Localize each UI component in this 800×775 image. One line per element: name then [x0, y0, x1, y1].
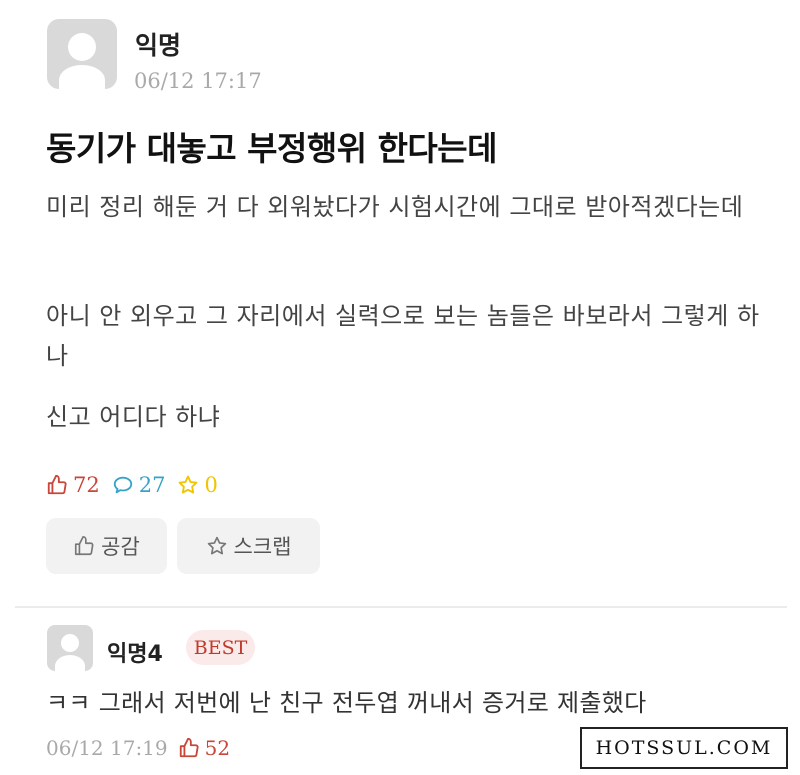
like-count: 72 — [73, 473, 100, 497]
comment-text: ㅋㅋ 그래서 저번에 난 친구 전두엽 꺼내서 증거로 제출했다 — [46, 689, 647, 717]
scrap-count-stat: 0 — [177, 473, 218, 497]
comment-author-avatar[interactable] — [47, 625, 93, 671]
scrap-button[interactable]: 스크랩 — [177, 518, 320, 574]
star-icon — [179, 475, 198, 494]
avatar-head-shape — [61, 634, 79, 652]
avatar-body-shape — [55, 655, 85, 671]
post-author: 익명 — [135, 31, 182, 60]
comment-like-button[interactable]: 52 — [178, 736, 230, 760]
best-badge: BEST — [186, 630, 255, 665]
thumbs-up-icon — [179, 737, 199, 758]
scrap-button-label: 스크랩 — [233, 535, 292, 559]
comment-author: 익명4 — [107, 642, 163, 667]
comment-count-stat: 27 — [112, 473, 166, 497]
like-button[interactable]: 공감 — [46, 518, 167, 574]
comment-count: 27 — [138, 473, 166, 497]
post-paragraph: 신고 어디다 하냐 — [46, 403, 221, 431]
post-title: 동기가 대놓고 부정행위 한다는데 — [46, 129, 498, 168]
post-paragraph: 미리 정리 해둔 거 다 외워놨다가 시험시간에 그대로 받아적겠다는데 — [46, 193, 744, 221]
author-avatar[interactable] — [47, 19, 117, 89]
avatar-head-shape — [68, 33, 96, 61]
site-watermark: HOTSSUL.COM — [580, 727, 788, 769]
like-button-label: 공감 — [101, 535, 140, 559]
comment-like-count: 52 — [204, 736, 231, 760]
comment-meta: 06/12 17:19 52 — [46, 733, 230, 763]
comment-date: 06/12 17:19 — [46, 736, 168, 760]
like-count-stat: 72 — [46, 473, 100, 497]
speech-bubble-icon — [113, 476, 132, 494]
avatar-body-shape — [59, 65, 105, 89]
post-stats: 72 27 0 — [46, 470, 230, 500]
post-paragraph: 아니 안 외우고 그 자리에서 실력으로 보는 놈들은 바보라서 그렇게 하나 — [46, 302, 760, 370]
star-icon — [207, 536, 226, 555]
thumbs-up-icon — [47, 474, 67, 495]
scrap-count: 0 — [204, 473, 218, 497]
post-date: 06/12 17:17 — [134, 69, 262, 93]
section-divider — [15, 606, 787, 608]
thumbs-up-icon — [75, 536, 94, 556]
